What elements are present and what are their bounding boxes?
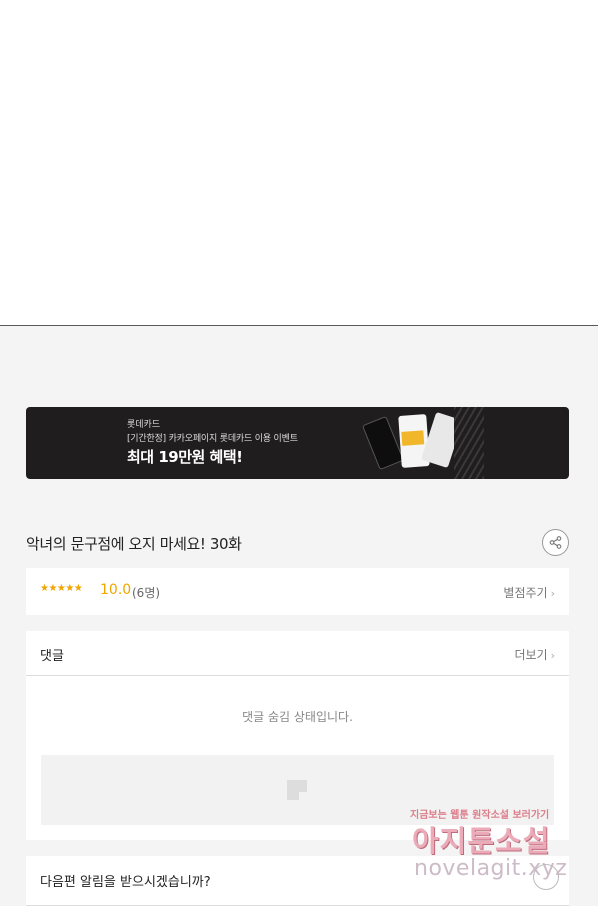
comments-more-button[interactable]: 더보기 › [514, 646, 555, 663]
rating-count: (6명) [132, 586, 161, 600]
comments-label: 댓글 [40, 649, 64, 664]
banner-brand: 롯데카드 [127, 420, 161, 430]
comments-header: 댓글 더보기 › [26, 631, 569, 676]
ad-placeholder-icon [287, 780, 307, 800]
watermark-logo-text: 아지툰소설 [412, 824, 551, 858]
banner-headline: 최대 19만원 혜택! [127, 448, 243, 466]
share-button[interactable] [542, 529, 569, 556]
chevron-right-icon: › [550, 587, 555, 600]
promo-banner[interactable]: 롯데카드 [기간한정] 카카오페이지 롯데카드 이용 이벤트 최대 19만원 혜… [26, 407, 569, 479]
chevron-right-icon: › [550, 649, 555, 662]
watermark-url: novelagit.xyz [414, 856, 568, 881]
banner-cards-image [361, 407, 484, 479]
episode-title: 악녀의 문구점에 오지 마세요! 30화 [26, 535, 242, 553]
watermark-overlay: 지금보는 웹툰 원작소설 보러가기 아지툰소설 novelagit.xyz [410, 806, 595, 896]
content-area-blank [0, 0, 598, 326]
rate-button[interactable]: 별점주기 › [503, 584, 555, 601]
notify-question: 다음편 알림을 받으시겠습니까? [40, 875, 211, 890]
banner-subtitle: [기간한정] 카카오페이지 롯데카드 이용 이벤트 [127, 434, 298, 444]
share-icon [549, 536, 562, 549]
rating-stars: ★★★★★ [40, 583, 83, 594]
rate-button-label: 별점주기 [503, 586, 548, 600]
comments-hidden-message: 댓글 숨김 상태입니다. [242, 710, 353, 724]
episode-title-row: 악녀의 문구점에 오지 마세요! 30화 [26, 528, 569, 558]
comments-more-label: 더보기 [514, 648, 548, 662]
rating-panel: ★★★★★ 10.0 (6명) 별점주기 › [26, 568, 569, 615]
rating-score: 10.0 [100, 582, 132, 598]
